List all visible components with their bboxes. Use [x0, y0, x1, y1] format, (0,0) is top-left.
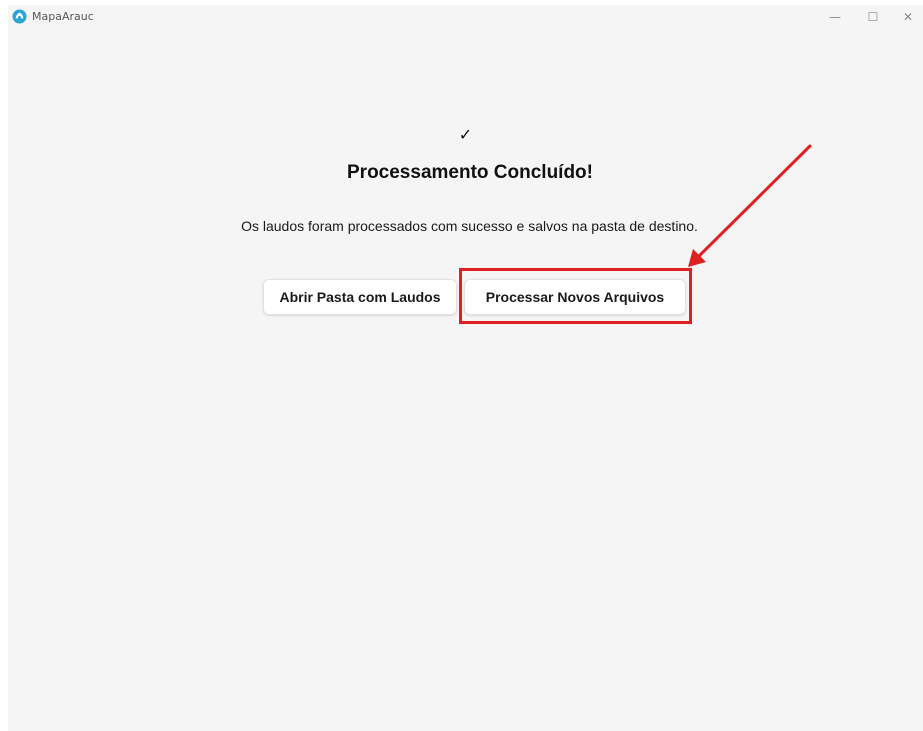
- window-title: MapaArauc: [32, 10, 94, 23]
- close-button[interactable]: ✕: [891, 5, 923, 29]
- minimize-button[interactable]: —: [818, 5, 852, 29]
- app-logo-icon: [12, 9, 27, 24]
- open-folder-button[interactable]: Abrir Pasta com Laudos: [263, 279, 457, 315]
- title-bar: MapaArauc — ☐ ✕: [8, 5, 923, 29]
- page-title: Processamento Concluído!: [347, 162, 593, 183]
- main-content: ✓ Processamento Concluído! Os laudos for…: [8, 29, 923, 731]
- maximize-button[interactable]: ☐: [856, 5, 890, 29]
- success-message: Os laudos foram processados com sucesso …: [241, 218, 698, 234]
- check-icon: ✓: [458, 125, 473, 144]
- annotation-highlight-box: [459, 268, 692, 324]
- app-window: MapaArauc — ☐ ✕ ✓ Processamento Concluíd…: [8, 5, 923, 731]
